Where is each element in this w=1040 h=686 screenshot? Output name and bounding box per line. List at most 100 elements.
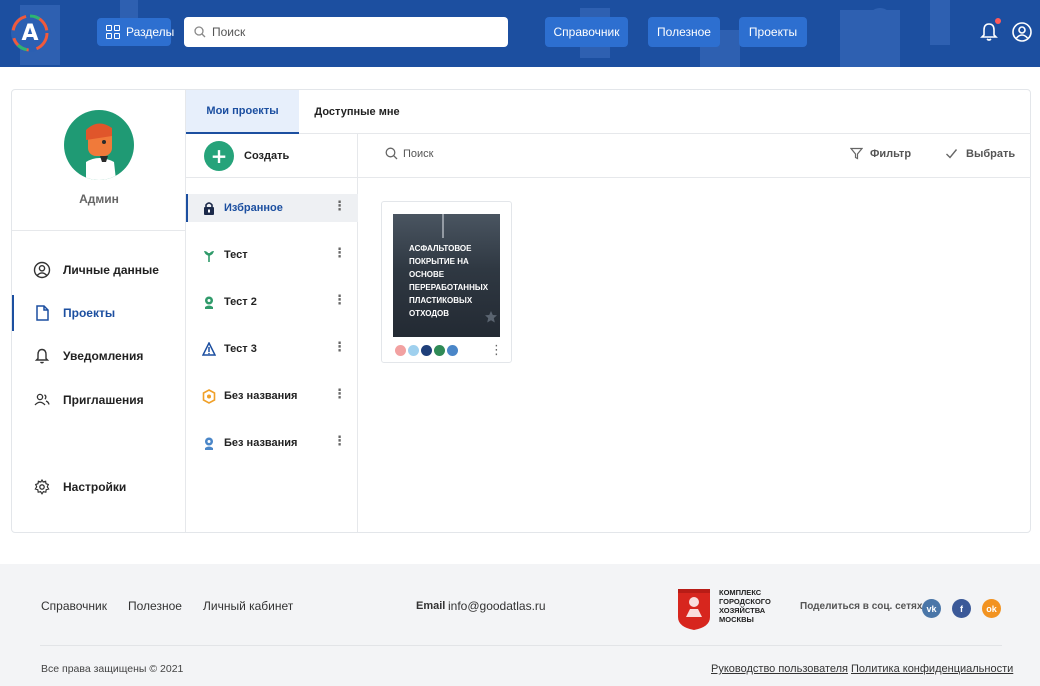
projects-search-label: Поиск (403, 147, 434, 160)
menu-item-notifications[interactable]: Уведомления (12, 338, 186, 374)
email-label: Email (416, 600, 446, 612)
app-logo[interactable]: A (11, 14, 49, 52)
odnoklassniki-icon[interactable]: ok (982, 599, 1001, 618)
notifications-bell-icon[interactable] (978, 21, 1000, 43)
org-name: Комплекс городского хозяйства Москвы (719, 588, 771, 624)
folder-more-icon[interactable]: ⋮ (333, 294, 346, 308)
folder-label: Без названия (224, 390, 298, 402)
copyright: Все права защищены © 2021 (41, 663, 184, 675)
filter-label: Фильтр (870, 147, 912, 160)
folder-item[interactable]: Без названия ⋮ (186, 429, 358, 457)
profile-sidebar: Админ Личные данные Проекты Уведомления (12, 90, 186, 532)
menu-item-label: Проекты (63, 306, 116, 320)
select-button[interactable]: Выбрать (945, 147, 1015, 160)
moscow-emblem-icon (678, 589, 710, 630)
gear-icon (34, 478, 50, 495)
footer-link-account[interactable]: Личный кабинет (203, 599, 293, 613)
global-search[interactable] (184, 17, 508, 47)
triangle-icon (202, 341, 216, 356)
nav-button-projects[interactable]: Проекты (739, 17, 807, 47)
tab-my-projects[interactable]: Мои проекты (186, 90, 299, 134)
project-title: Асфальтовое покрытие на основе переработ… (409, 244, 489, 318)
menu-item-label: Приглашения (63, 393, 144, 407)
search-icon (385, 147, 398, 160)
facebook-icon[interactable]: f (952, 599, 971, 618)
top-header: A Разделы Справочник Полезное Проекты (0, 0, 1040, 67)
folder-more-icon[interactable]: ⋮ (333, 247, 346, 261)
tag-icon (421, 345, 432, 356)
folder-item[interactable]: Тест ⋮ (186, 241, 358, 269)
menu-item-label: Настройки (63, 480, 127, 494)
menu-item-invitations[interactable]: Приглашения (12, 382, 186, 418)
logo-ring (11, 14, 49, 52)
project-tabs: Мои проекты Доступные мне (186, 90, 1031, 134)
folder-label: Избранное (224, 202, 283, 214)
sections-label: Разделы (126, 25, 175, 39)
menu-item-label: Уведомления (63, 349, 144, 363)
star-icon (485, 311, 497, 323)
create-label: Создать (244, 149, 290, 162)
plus-icon: + (204, 140, 234, 171)
plant-icon (205, 296, 213, 309)
document-icon (36, 305, 49, 321)
check-icon (946, 149, 958, 159)
vk-icon[interactable]: vk (922, 599, 941, 618)
global-search-input[interactable] (212, 25, 492, 39)
menu-item-label: Личные данные (63, 263, 159, 277)
folder-more-icon[interactable]: ⋮ (333, 341, 346, 355)
nav-button-useful[interactable]: Полезное (648, 17, 720, 47)
privacy-policy-link[interactable]: Политика конфиденциальности (851, 663, 1013, 675)
tag-icon (395, 345, 406, 356)
folder-label: Тест (224, 249, 248, 261)
projects-area: Поиск Фильтр Выбрать Асфальтовое покрыти… (358, 134, 1031, 532)
project-more-icon[interactable]: ⋮ (490, 343, 503, 358)
share-label: Поделиться в соц. сетях (800, 601, 923, 612)
select-label: Выбрать (966, 147, 1016, 160)
filter-button[interactable]: Фильтр (850, 147, 911, 160)
avatar-illustration (86, 123, 116, 180)
project-tags (395, 345, 458, 356)
footer-link-useful[interactable]: Полезное (128, 599, 182, 613)
tag-icon (408, 345, 419, 356)
filter-icon (850, 147, 863, 160)
pin-icon (205, 437, 213, 450)
tag-icon (434, 345, 445, 356)
email-link[interactable]: info@goodatlas.ru (448, 599, 546, 613)
sprout-icon (204, 250, 214, 262)
footer-divider (40, 645, 1002, 646)
folder-label: Тест 2 (224, 296, 257, 308)
folder-item[interactable]: Тест 2 ⋮ (186, 288, 358, 316)
folder-more-icon[interactable]: ⋮ (333, 200, 346, 214)
sections-button[interactable]: Разделы (97, 18, 175, 46)
project-card[interactable]: Асфальтовое покрытие на основе переработ… (381, 201, 512, 363)
folder-item[interactable]: Тест 3 ⋮ (186, 335, 358, 363)
folder-item-favorites[interactable]: Избранное ⋮ (186, 194, 358, 222)
footer-link-reference[interactable]: Справочник (41, 599, 107, 613)
search-icon (194, 26, 206, 38)
menu-item-settings[interactable]: Настройки (12, 469, 186, 505)
account-icon[interactable] (1011, 21, 1033, 43)
project-thumbnail: Асфальтовое покрытие на основе переработ… (393, 214, 500, 337)
lock-icon (204, 201, 214, 215)
divider (12, 230, 186, 231)
footer: Справочник Полезное Личный кабинет Email… (0, 564, 1040, 686)
folder-label: Без названия (224, 437, 298, 449)
avatar[interactable] (64, 110, 134, 180)
projects-toolbar: Поиск Фильтр Выбрать (358, 134, 1031, 178)
grid-icon (106, 25, 120, 39)
menu-item-projects[interactable]: Проекты (12, 295, 186, 331)
create-button[interactable]: + Создать (186, 134, 358, 178)
folder-more-icon[interactable]: ⋮ (333, 388, 346, 402)
projects-search[interactable]: Поиск (385, 147, 433, 160)
folder-item[interactable]: Без названия ⋮ (186, 382, 358, 410)
tab-shared-with-me[interactable]: Доступные мне (307, 90, 407, 134)
main-card: Админ Личные данные Проекты Уведомления (11, 89, 1031, 533)
user-circle-icon (33, 261, 51, 279)
notification-dot (995, 18, 1001, 24)
menu-item-personal-data[interactable]: Личные данные (12, 252, 186, 288)
user-guide-link[interactable]: Руководство пользователя (711, 663, 848, 675)
folder-more-icon[interactable]: ⋮ (333, 435, 346, 449)
folders-panel: + Создать Избранное ⋮ Тест ⋮ Тест 2 ⋮ Те… (186, 134, 358, 532)
nav-button-reference[interactable]: Справочник (545, 17, 628, 47)
hexagon-icon (202, 388, 216, 404)
